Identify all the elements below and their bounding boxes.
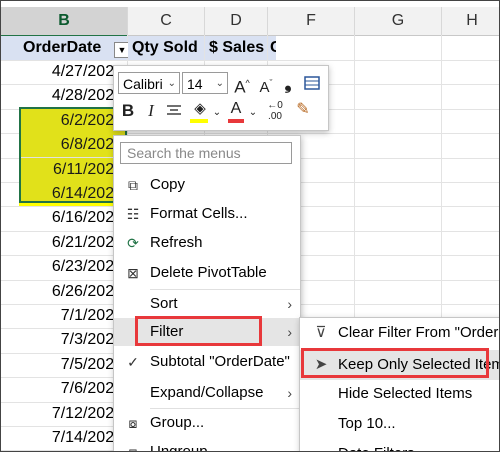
submenu-item-label: Clear Filter From "OrderDate": [338, 324, 499, 341]
menu-item-label: Ungroup...: [150, 443, 221, 452]
shrink-font-letter: A: [259, 79, 270, 96]
number-format-icon[interactable]: [302, 72, 322, 98]
align-center-icon[interactable]: [164, 100, 184, 125]
group-icon: ⧇: [128, 415, 138, 431]
refresh-icon: ⟳: [127, 235, 139, 251]
next-header[interactable]: C: [268, 36, 276, 60]
menu-item-expand-collapse[interactable]: Expand/Collapse ›: [114, 379, 300, 407]
chevron-right-icon: ›: [287, 385, 292, 401]
orderdate-cell[interactable]: 7/1/2024: [1, 304, 127, 328]
column-header-d[interactable]: D: [205, 7, 268, 36]
submenu-item-label: Hide Selected Items: [338, 385, 473, 402]
menu-item-delete-pivottable[interactable]: ⊠ Delete PivotTable: [114, 259, 300, 287]
mini-toolbar: Calibri ⌄ 14 ⌄ A^ Aˇ ❟ B I ◈ ⌄ A ⌄ ←0.00…: [113, 65, 329, 131]
format-cells-icon: ☷: [126, 206, 140, 222]
chevron-right-icon: ›: [287, 296, 292, 312]
font-name-value: Calibri: [123, 76, 163, 92]
font-color-icon[interactable]: A: [226, 98, 246, 123]
column-header-b[interactable]: B: [1, 7, 128, 37]
grow-font-icon[interactable]: A^: [232, 72, 252, 99]
fill-color-swatch: [190, 119, 208, 123]
orderdate-cell[interactable]: 6/16/2024: [1, 206, 127, 230]
menu-item-label: Copy: [150, 176, 186, 193]
menu-item-label: Expand/Collapse: [150, 384, 264, 401]
menu-item-label: Subtotal "OrderDate": [150, 353, 290, 370]
orderdate-cell[interactable]: 7/12/2024: [1, 402, 127, 426]
chevron-right-icon: ›: [287, 324, 292, 340]
menu-item-format-cells[interactable]: ☷ Format Cells...: [114, 200, 300, 228]
menu-item-subtotal[interactable]: ✓ Subtotal "OrderDate": [114, 348, 300, 376]
chevron-down-icon: ⌄: [167, 78, 176, 89]
italic-button[interactable]: I: [142, 100, 160, 122]
submenu-item-clear-filter[interactable]: ⊽ Clear Filter From "OrderDate": [300, 318, 500, 348]
column-header-f[interactable]: F: [268, 7, 355, 36]
clear-filter-icon: ⊽: [315, 324, 327, 341]
font-name-box[interactable]: Calibri ⌄: [118, 72, 180, 94]
orderdate-cell[interactable]: 4/28/2024: [1, 84, 127, 108]
menu-item-group[interactable]: ⧇ Group...: [114, 409, 300, 437]
cell-selection: [19, 107, 127, 203]
bold-button[interactable]: B: [118, 100, 138, 122]
column-header-g[interactable]: G: [355, 7, 442, 36]
sales-header[interactable]: $ Sales: [205, 36, 267, 60]
menu-item-copy[interactable]: ⧉ Copy: [114, 171, 300, 199]
menu-item-label: Group...: [150, 414, 205, 431]
orderdate-cell[interactable]: 6/23/2024: [1, 255, 127, 279]
menu-item-refresh[interactable]: ⟳ Refresh: [114, 229, 300, 257]
shrink-font-icon[interactable]: Aˇ: [256, 72, 276, 99]
orderdate-cell[interactable]: 7/6/2024: [1, 377, 127, 401]
orderdate-cell[interactable]: 4/27/2024: [1, 60, 127, 84]
decimal-places-icon[interactable]: ←0.00: [262, 100, 288, 122]
copy-icon: ⧉: [128, 177, 138, 193]
menu-search-input[interactable]: Search the menus: [120, 142, 292, 164]
font-color-swatch: [228, 119, 244, 123]
menu-item-label: Format Cells...: [150, 205, 248, 222]
menu-item-sort[interactable]: Sort ›: [114, 290, 300, 318]
menu-item-label: Refresh: [150, 234, 203, 251]
menu-item-label: Delete PivotTable: [150, 264, 267, 281]
font-color-letter: A: [230, 100, 242, 117]
filter-callout: [135, 316, 262, 346]
orderdate-cell[interactable]: 7/3/2024: [1, 328, 127, 352]
delete-pivottable-icon: ⊠: [127, 265, 139, 281]
orderdate-cell[interactable]: 7/5/2024: [1, 353, 127, 377]
menu-item-label: Sort: [150, 295, 178, 312]
chevron-down-icon[interactable]: ⌄: [248, 102, 258, 124]
submenu-item-label: Date Filters: [338, 439, 415, 451]
submenu-item-date-filters[interactable]: Date Filters: [300, 439, 499, 451]
grow-font-letter: A: [234, 77, 246, 97]
submenu-item-hide-selected[interactable]: Hide Selected Items: [300, 379, 499, 409]
comma-style-icon[interactable]: ❟: [280, 72, 296, 94]
orderdate-cell[interactable]: 7/14/2024: [1, 426, 127, 450]
column-header-h[interactable]: H: [442, 7, 499, 36]
format-painter-icon[interactable]: ✎: [292, 99, 314, 121]
orderdate-header[interactable]: OrderDate: [1, 36, 127, 60]
spreadsheet-window: B C D F G H OrderDate ▼ Qty Sold $ Sales…: [0, 0, 500, 452]
context-menu: Search the menus ⧉ Copy ☷ Format Cells..…: [113, 135, 301, 452]
orderdate-cell[interactable]: 6/21/2024: [1, 231, 127, 255]
ungroup-icon: ⧈: [128, 444, 138, 452]
submenu-item-label: Top 10...: [338, 415, 396, 432]
qty-sold-header[interactable]: Qty Sold: [128, 36, 204, 60]
orderdate-cell[interactable]: 6/26/2024: [1, 280, 127, 304]
menu-item-ungroup[interactable]: ⧈ Ungroup...: [114, 438, 300, 452]
chevron-down-icon[interactable]: ⌄: [212, 102, 222, 124]
keep-only-selected-callout: [301, 348, 489, 378]
column-header-c[interactable]: C: [128, 7, 205, 36]
font-size-value: 14: [187, 76, 203, 92]
font-size-box[interactable]: 14 ⌄: [182, 72, 228, 94]
fill-color-icon[interactable]: ◈: [188, 98, 212, 123]
submenu-item-top-10[interactable]: Top 10...: [300, 409, 499, 439]
checkmark-icon: ✓: [127, 354, 139, 370]
chevron-down-icon: ⌄: [215, 78, 224, 89]
filter-submenu: ⊽ Clear Filter From "OrderDate" ➤ Keep O…: [299, 317, 500, 451]
